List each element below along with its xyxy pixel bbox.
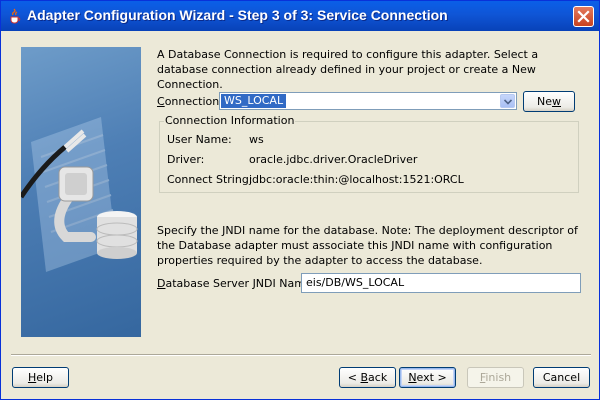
finish-button[interactable]: Finish xyxy=(467,367,524,388)
user-name-label: User Name: xyxy=(167,133,232,146)
connection-label: Connection: xyxy=(157,95,223,108)
java-cup-icon xyxy=(10,8,21,24)
combobox-dropdown-button[interactable] xyxy=(500,94,515,108)
jndi-name-label: Database Server JNDI Name: xyxy=(157,277,316,290)
jndi-name-input[interactable]: eis/DB/WS_LOCAL xyxy=(301,273,581,293)
connect-string-value: jdbc:oracle:thin:@localhost:1521:ORCL xyxy=(249,173,464,186)
footer-separator xyxy=(11,354,591,356)
close-button[interactable] xyxy=(573,6,594,27)
driver-label: Driver: xyxy=(167,153,205,166)
next-button[interactable]: Next > xyxy=(399,367,456,388)
help-button[interactable]: Help xyxy=(12,367,69,388)
driver-value: oracle.jdbc.driver.OracleDriver xyxy=(249,153,418,166)
back-button[interactable]: < Back xyxy=(339,367,396,388)
wizard-side-image xyxy=(21,47,141,337)
chevron-down-icon xyxy=(504,99,512,105)
new-connection-button[interactable]: New xyxy=(523,91,575,112)
window-title: Adapter Configuration Wizard - Step 3 of… xyxy=(27,7,448,23)
connection-info-title: Connection Information xyxy=(164,114,296,127)
plug-and-database-illustration xyxy=(21,117,138,272)
intro-text: A Database Connection is required to con… xyxy=(157,48,539,91)
jndi-note: Specify the JNDI name for the database. … xyxy=(157,224,578,267)
close-icon xyxy=(577,10,590,23)
cancel-button[interactable]: Cancel xyxy=(533,367,590,388)
user-name-value: ws xyxy=(249,133,264,146)
wizard-window: Adapter Configuration Wizard - Step 3 of… xyxy=(0,0,600,400)
connect-string-label: Connect String: xyxy=(167,173,253,186)
title-bar[interactable]: Adapter Configuration Wizard - Step 3 of… xyxy=(1,1,599,31)
connection-combobox[interactable]: WS_LOCAL xyxy=(219,92,517,110)
connection-selected-value: WS_LOCAL xyxy=(221,94,287,108)
